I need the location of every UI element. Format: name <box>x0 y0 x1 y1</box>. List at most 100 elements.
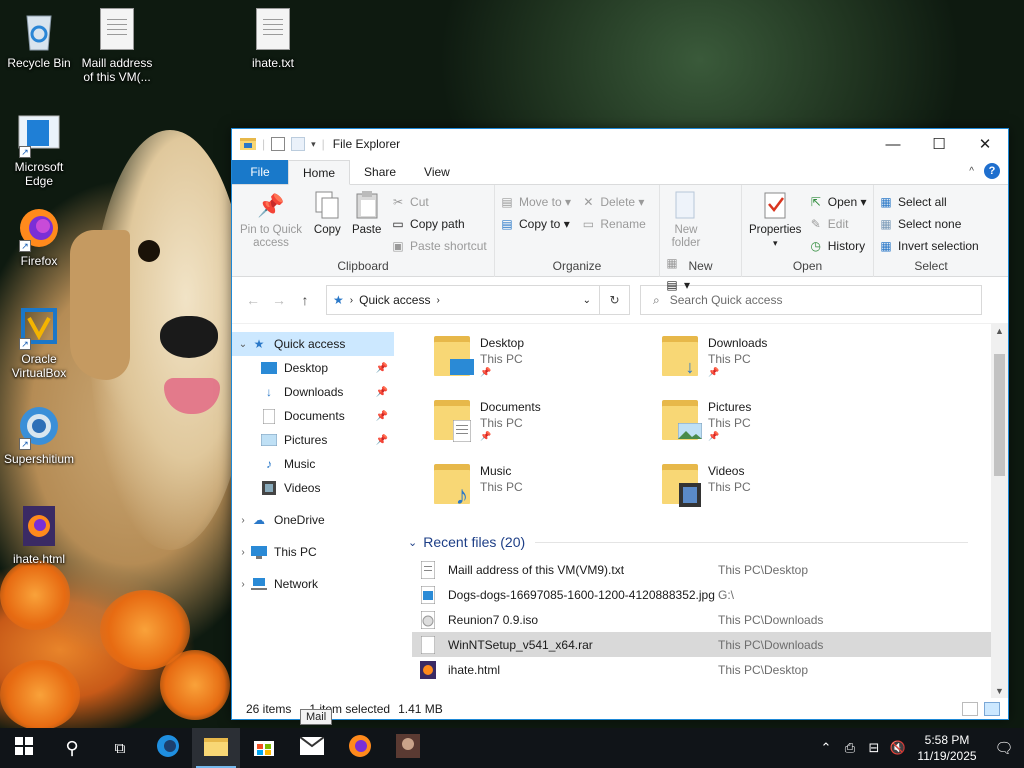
taskbar-store[interactable] <box>240 728 288 768</box>
title-bar[interactable]: | ▾ | File Explorer — ☐ ✕ <box>232 129 1008 159</box>
details-view-icon[interactable] <box>962 702 978 716</box>
desktop-icon-label: ihate.txt <box>251 56 295 70</box>
help-icon[interactable]: ? <box>984 163 1000 179</box>
recent-file-row[interactable]: Reunion7 0.9.iso This PC\Downloads <box>412 607 996 632</box>
desktop-icon-mail-address-file[interactable]: Maill address of this VM(... <box>78 8 156 84</box>
address-path[interactable]: Quick access <box>359 293 430 307</box>
easy-access-button[interactable]: ▤ ▾ <box>664 274 690 296</box>
properties-qat-icon[interactable] <box>271 137 286 151</box>
close-button[interactable]: ✕ <box>962 129 1008 159</box>
maximize-button[interactable]: ☐ <box>916 129 962 159</box>
nav-item-desktop[interactable]: Desktop 📌 <box>232 356 394 380</box>
desktop-icon-ihate-txt[interactable]: ihate.txt <box>234 8 312 70</box>
paste-button[interactable]: Paste <box>352 189 382 237</box>
pin-to-quick-access-button[interactable]: 📌 Pin to Quick access <box>239 189 303 250</box>
history-button[interactable]: ◷ History <box>808 235 867 257</box>
back-button[interactable]: ← <box>240 292 266 308</box>
recent-file-row[interactable]: Dogs-dogs-16697085-1600-1200-4120888352.… <box>412 582 996 607</box>
task-view-button[interactable]: ⧉ <box>96 728 144 768</box>
volume-muted-icon[interactable]: 🔇 <box>886 740 910 756</box>
easy-access-icon: ▤ <box>666 278 678 292</box>
copy-button[interactable]: Copy <box>312 189 342 237</box>
cut-button[interactable]: ✂ Cut <box>390 191 487 213</box>
taskbar-mail[interactable] <box>288 728 336 768</box>
refresh-button[interactable]: ↻ <box>600 285 630 315</box>
folder-tile-documents[interactable]: Documents This PC 📌 <box>434 394 654 450</box>
up-button[interactable]: ↑ <box>292 292 318 308</box>
nav-item-documents[interactable]: Documents 📌 <box>232 404 394 428</box>
rename-button[interactable]: ▭ Rename <box>580 213 646 235</box>
new-folder-qat-icon[interactable] <box>291 137 306 151</box>
search-icon: ⚲ <box>65 737 79 758</box>
tab-view[interactable]: View <box>410 160 464 184</box>
search-input[interactable]: ⌕ Search Quick access <box>640 285 982 315</box>
properties-button[interactable]: Properties ▾ <box>749 189 801 250</box>
desktop-icon-edge[interactable]: ↗ Microsoft Edge <box>0 112 78 188</box>
folder-tile-desktop[interactable]: Desktop This PC 📌 <box>434 330 654 386</box>
meet-now-icon[interactable]: ⎙ <box>838 740 862 756</box>
chevron-up-icon[interactable]: ⌃ <box>814 740 838 756</box>
vertical-scrollbar[interactable]: ▲ ▼ <box>991 324 1008 698</box>
desktop-icon-firefox[interactable]: ↗ Firefox <box>0 206 78 268</box>
desktop-icon-supershitium[interactable]: ↗ Supershitium <box>0 404 78 466</box>
network-icon[interactable]: ⊟ <box>862 740 886 756</box>
invert-selection-button[interactable]: ▦ Invert selection <box>878 235 978 257</box>
tab-home[interactable]: Home <box>288 160 351 185</box>
new-folder-button[interactable]: New folder <box>667 189 705 250</box>
folder-tile-music[interactable]: ♪ Music This PC <box>434 458 654 514</box>
search-button[interactable]: ⚲ <box>48 728 96 768</box>
notifications-icon[interactable]: 🗨 <box>984 739 1024 757</box>
nav-item-videos[interactable]: Videos <box>232 476 394 500</box>
tab-share[interactable]: Share <box>350 160 410 184</box>
chevron-right-icon[interactable]: › <box>236 515 250 526</box>
taskbar-firefox[interactable] <box>336 728 384 768</box>
chevron-down-icon[interactable]: ⌄ <box>236 339 250 350</box>
select-all-button[interactable]: ▦ Select all <box>878 191 979 213</box>
nav-this-pc[interactable]: › This PC <box>232 540 394 564</box>
desktop-icon-recycle-bin[interactable]: Recycle Bin <box>0 8 78 70</box>
address-dropdown-icon[interactable]: ⌄ <box>583 295 591 306</box>
taskbar-app[interactable] <box>384 728 432 768</box>
nav-item-downloads[interactable]: ↓ Downloads 📌 <box>232 380 394 404</box>
clock[interactable]: 5:58 PM 11/19/2025 <box>910 732 984 764</box>
chevron-right-icon[interactable]: › <box>236 579 250 590</box>
nav-network[interactable]: › Network <box>232 572 394 596</box>
copy-to-button[interactable]: ▤ Copy to ▾ <box>499 213 571 235</box>
copy-path-button[interactable]: ▭ Copy path <box>390 213 487 235</box>
text-file-icon <box>256 8 290 50</box>
paste-shortcut-button[interactable]: ▣ Paste shortcut <box>390 235 486 257</box>
move-to-button[interactable]: ▤ Move to ▾ <box>499 191 571 213</box>
address-bar[interactable]: ★ › Quick access › ⌄ <box>326 285 600 315</box>
nav-quick-access[interactable]: ⌄ ★ Quick access <box>232 332 394 356</box>
recent-file-row[interactable]: WinNTSetup_v541_x64.rar This PC\Download… <box>412 632 996 657</box>
desktop-icon-ihate-html[interactable]: ihate.html <box>0 504 78 566</box>
folder-tile-videos[interactable]: Videos This PC <box>662 458 882 514</box>
forward-button[interactable]: → <box>266 292 292 308</box>
recent-files-header[interactable]: ⌄ Recent files (20) <box>408 534 968 550</box>
scrollbar-thumb[interactable] <box>994 354 1005 476</box>
nav-item-music[interactable]: ♪ Music <box>232 452 394 476</box>
scroll-up-icon[interactable]: ▲ <box>991 326 1008 336</box>
recent-file-row[interactable]: ihate.html This PC\Desktop <box>412 657 996 682</box>
open-button[interactable]: ⇱ Open ▾ <box>808 191 867 213</box>
start-button[interactable] <box>0 728 48 768</box>
desktop-icon-virtualbox[interactable]: ↗ Oracle VirtualBox <box>0 304 78 380</box>
scroll-down-icon[interactable]: ▼ <box>991 686 1008 696</box>
qat-dropdown-icon[interactable]: ▾ <box>311 139 316 150</box>
nav-onedrive[interactable]: › ☁ OneDrive <box>232 508 394 532</box>
collapse-ribbon-icon[interactable]: ^ <box>969 166 974 177</box>
delete-button[interactable]: ✕ Delete ▾ <box>580 191 645 213</box>
chevron-right-icon[interactable]: › <box>236 547 250 558</box>
select-none-button[interactable]: ▦ Select none <box>878 213 979 235</box>
nav-item-pictures[interactable]: Pictures 📌 <box>232 428 394 452</box>
folder-tile-downloads[interactable]: ↓ Downloads This PC 📌 <box>662 330 882 386</box>
recent-file-row[interactable]: Maill address of this VM(VM9).txt This P… <box>412 557 996 582</box>
edit-button[interactable]: ✎ Edit <box>808 213 867 235</box>
taskbar-edge[interactable] <box>144 728 192 768</box>
minimize-button[interactable]: — <box>870 129 916 159</box>
taskbar-file-explorer[interactable] <box>192 728 240 768</box>
folder-tile-pictures[interactable]: Pictures This PC 📌 <box>662 394 882 450</box>
tab-file[interactable]: File <box>232 160 288 184</box>
tiles-view-icon[interactable] <box>984 702 1000 716</box>
chevron-right-icon[interactable]: › <box>436 295 439 306</box>
